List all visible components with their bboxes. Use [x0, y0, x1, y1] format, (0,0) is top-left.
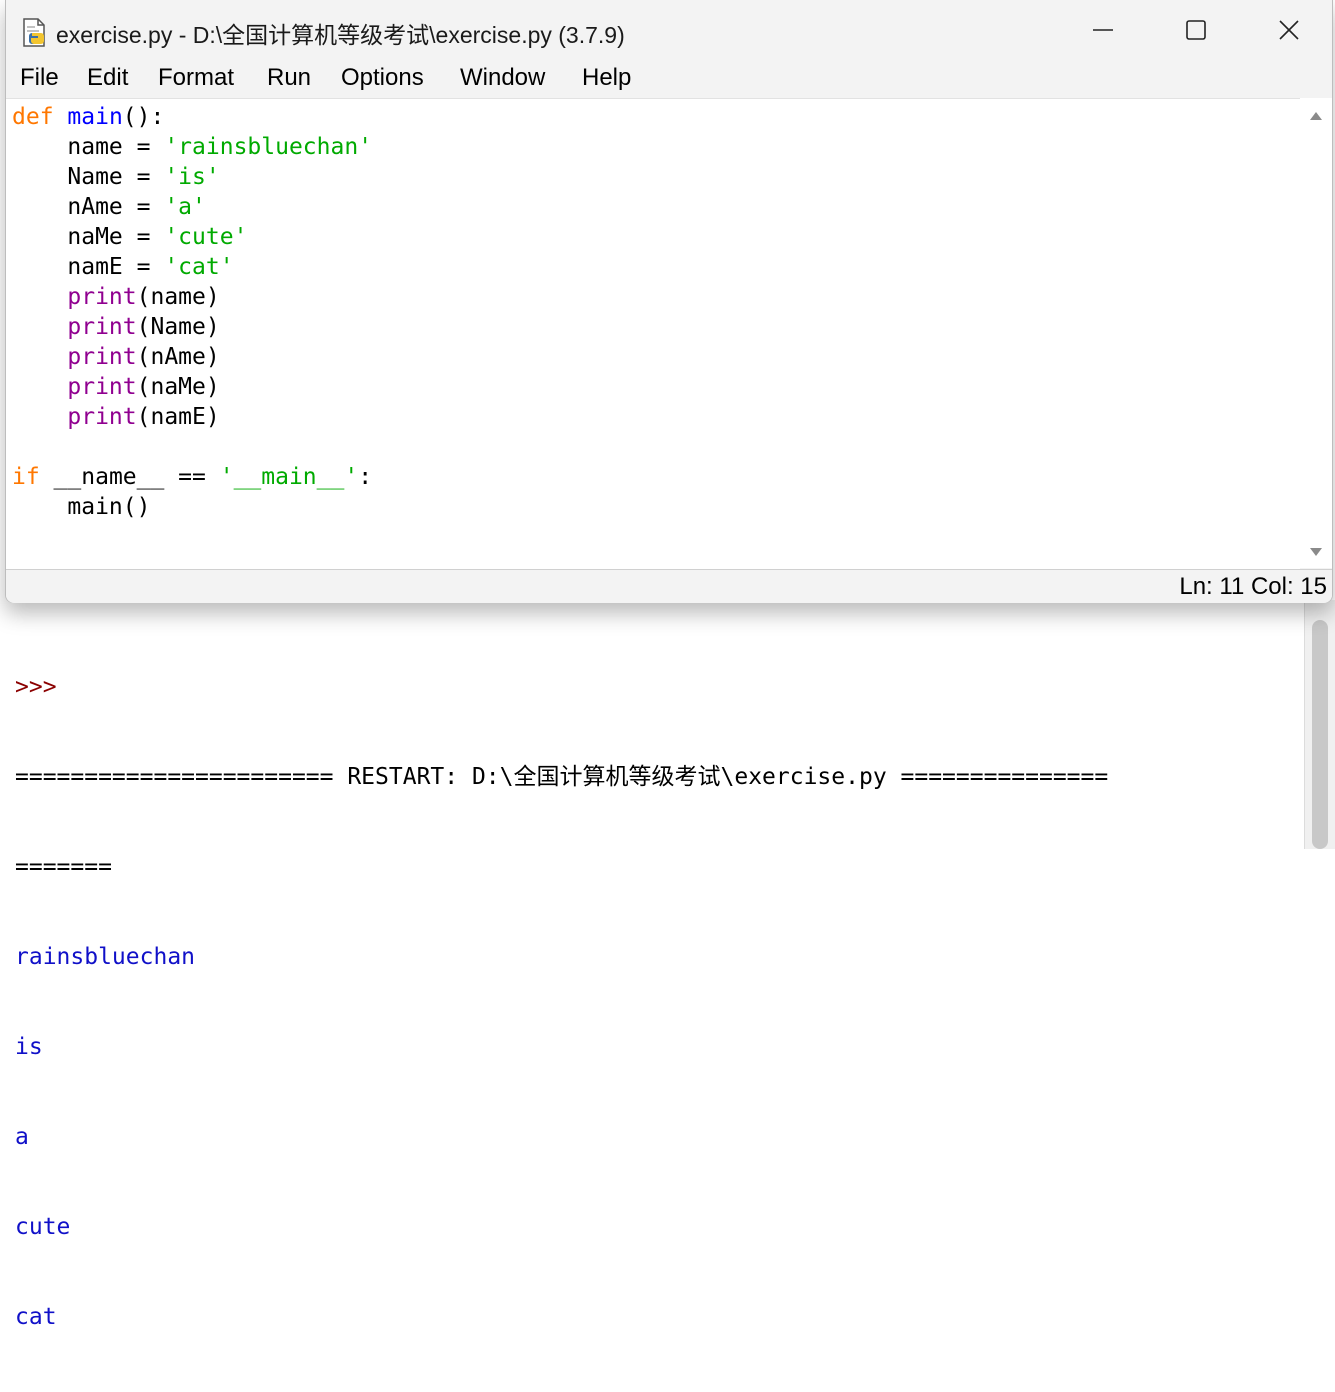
code-line: name = 'rainsbluechan' [12, 132, 372, 162]
token-bi: print [67, 404, 137, 430]
minimize-button[interactable] [1056, 0, 1149, 60]
token-text: (Name) [136, 314, 220, 340]
menu-edit[interactable]: Edit [85, 64, 130, 92]
scroll-down-arrow-icon[interactable] [1308, 546, 1324, 558]
menu-file[interactable]: File [18, 64, 61, 92]
close-button[interactable] [1242, 0, 1335, 60]
status-bar: Ln: 11 Col: 15 [6, 569, 1332, 603]
token-str: 'is' [164, 164, 220, 190]
menu-help[interactable]: Help [580, 64, 633, 92]
code-line: print(naMe) [12, 372, 372, 402]
menu-options[interactable]: Options [339, 64, 426, 92]
menu-run[interactable]: Run [265, 64, 313, 92]
token-fn: main [67, 104, 123, 130]
token-text: (naMe) [136, 374, 220, 400]
token-str: 'cat' [164, 254, 234, 280]
restart-line: ======================= RESTART: D:\全国计算… [15, 764, 1109, 790]
window-title: exercise.py - D:\全国计算机等级考试\exercise.py (… [56, 22, 625, 48]
menu-window[interactable]: Window [458, 64, 547, 92]
token-kw: def [12, 104, 54, 130]
code-line: print(name) [12, 282, 372, 312]
token-str: 'cute' [164, 224, 248, 250]
token-str: '__main__' [219, 464, 359, 490]
code-line: naMe = 'cute' [12, 222, 372, 252]
token-bi: print [67, 314, 137, 340]
code-line: nAme = 'a' [12, 192, 372, 222]
token-text: main() [12, 494, 151, 520]
maximize-button[interactable] [1149, 0, 1242, 60]
token-bi: print [67, 374, 137, 400]
code-editor[interactable]: def main(): name = 'rainsbluechan' Name … [6, 98, 1300, 569]
code-line: print(nAme) [12, 342, 372, 372]
code-line: def main(): [12, 102, 372, 132]
maximize-icon [1185, 20, 1206, 40]
close-icon [1278, 20, 1299, 40]
shell-scrollbar-thumb[interactable] [1312, 620, 1328, 849]
token-text: Name = [12, 164, 165, 190]
token-bi: print [67, 344, 137, 370]
token-text: (): [122, 104, 165, 130]
token-text: (nAme) [136, 344, 220, 370]
title-bar[interactable]: exercise.py - D:\全国计算机等级考试\exercise.py (… [6, 0, 1332, 60]
menu-bar: File Edit Format Run Options Window Help [6, 60, 1332, 98]
token-bi: print [67, 284, 137, 310]
shell-output-line: cat [15, 1304, 57, 1330]
token-kw: if [12, 464, 40, 490]
code-line: if __name__ == '__main__': [12, 462, 372, 492]
editor-scrollbar[interactable] [1300, 98, 1332, 568]
shell-output-line: a [15, 1124, 29, 1150]
shell-text-area[interactable]: >>> ======================= RESTART: D:\… [15, 612, 1300, 1392]
code-line: print(namE) [12, 402, 372, 432]
scroll-up-arrow-icon[interactable] [1308, 110, 1324, 122]
idle-file-icon [23, 18, 45, 47]
menu-format[interactable]: Format [156, 64, 236, 92]
minimize-icon [1092, 29, 1113, 31]
shell-output-line: rainsbluechan [15, 944, 196, 970]
code-line: Name = 'is' [12, 162, 372, 192]
cursor-position: Ln: 11 Col: 15 [1179, 573, 1327, 600]
token-text: name = [12, 134, 165, 160]
code-text: def main(): name = 'rainsbluechan' Name … [12, 102, 372, 522]
restart-line-wrap: ======= [15, 854, 112, 880]
token-str: 'a' [164, 194, 206, 220]
token-text: __name__ == [39, 464, 220, 490]
shell-scrollbar[interactable] [1304, 600, 1335, 849]
shell-output-line: is [15, 1034, 43, 1060]
code-line: namE = 'cat' [12, 252, 372, 282]
token-text: : [358, 464, 373, 490]
shell-prompt: >>> [15, 674, 57, 700]
token-text: naMe = [12, 224, 165, 250]
token-str: 'rainsbluechan' [164, 134, 373, 160]
token-text: (namE) [136, 404, 220, 430]
token-text: nAme = [12, 194, 165, 220]
shell-output-line: cute [15, 1214, 71, 1240]
token-text: (name) [136, 284, 220, 310]
editor-window: exercise.py - D:\全国计算机等级考试\exercise.py (… [5, 0, 1333, 603]
code-line: main() [12, 492, 372, 522]
token-text: namE = [12, 254, 165, 280]
code-line: print(Name) [12, 312, 372, 342]
